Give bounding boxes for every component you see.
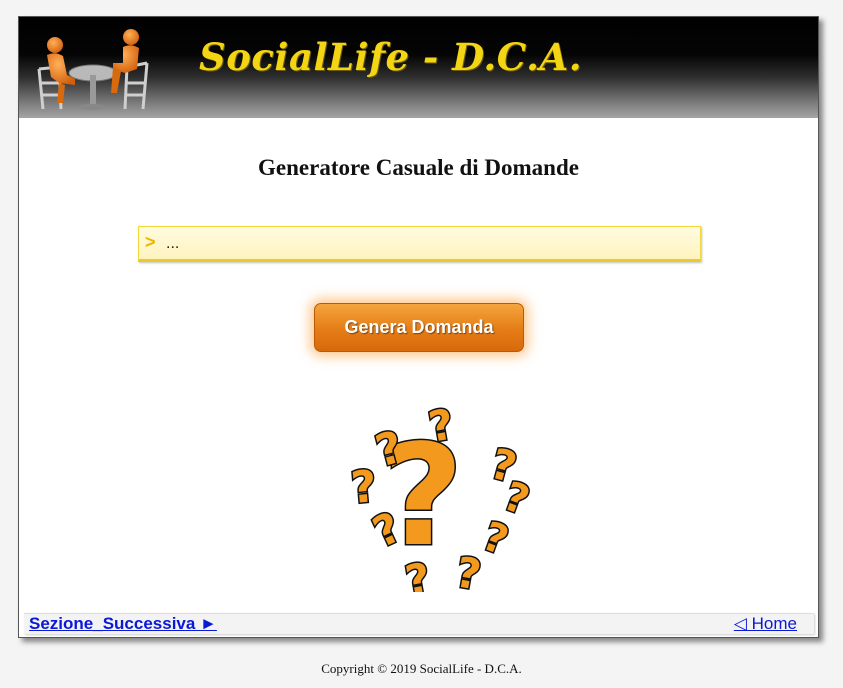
home-link[interactable]: ◁ Home bbox=[734, 614, 797, 634]
banner-title: SocialLife - D.C.A. bbox=[199, 35, 583, 79]
copyright-text: Copyright © 2019 SocialLife - D.C.A. bbox=[321, 661, 522, 676]
page-title: Generatore Casuale di Domande bbox=[258, 155, 579, 180]
header-banner: SocialLife - D.C.A. bbox=[19, 17, 818, 118]
prompt-arrow-icon: > bbox=[145, 232, 156, 252]
people-at-table-icon bbox=[37, 29, 149, 110]
question-text: ... bbox=[166, 235, 180, 252]
app-frame: SocialLife - D.C.A. Generatore Casuale d… bbox=[18, 16, 819, 638]
question-display: > ... bbox=[138, 226, 701, 262]
generate-question-button[interactable]: Genera Domanda bbox=[314, 303, 524, 352]
footer-nav: Sezione_Successiva ► ◁ Home bbox=[24, 613, 814, 634]
question-marks-icon: ? ? ? ? ? ? ? ? ? ? bbox=[347, 398, 530, 592]
next-section-link[interactable]: Sezione_Successiva ► bbox=[29, 614, 217, 634]
svg-text:?: ? bbox=[349, 461, 379, 514]
